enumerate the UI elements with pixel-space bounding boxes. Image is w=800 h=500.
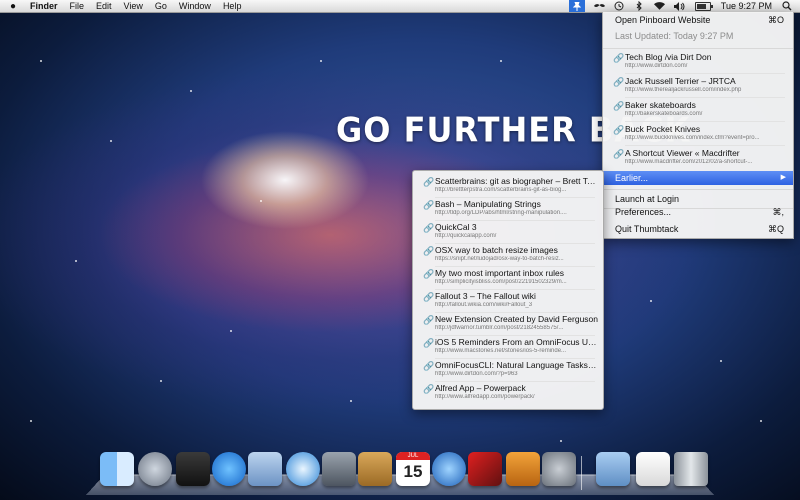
shortcut-label: ⌘O <box>767 15 784 25</box>
link-icon: 🔗 <box>423 223 435 233</box>
battery-icon[interactable] <box>694 1 713 11</box>
submenu-arrow-icon: ▶ <box>780 174 786 181</box>
documents-stack-icon[interactable] <box>636 452 670 486</box>
launchpad-icon[interactable] <box>138 452 172 486</box>
calendar-day: 15 <box>403 462 423 481</box>
bookmark-item[interactable]: 🔗 OmniFocusCLI: Natural Language Tasks f… <box>413 359 603 381</box>
menu-finder[interactable]: Finder <box>30 1 58 11</box>
link-icon: 🔗 <box>613 77 625 87</box>
launch-at-login-item[interactable]: Launch at Login <box>603 192 793 206</box>
menubar-clock[interactable]: Tue 9:27 PM <box>721 1 772 11</box>
preferences-item[interactable]: Preferences... ⌘, <box>603 205 793 219</box>
finder-icon[interactable] <box>100 452 134 486</box>
apple-menu-icon[interactable]: ● <box>8 1 18 12</box>
link-icon: 🔗 <box>423 361 435 371</box>
trash-icon[interactable] <box>674 452 708 486</box>
bookmark-item[interactable]: 🔗 Baker skateboards http://bakerskateboa… <box>603 99 793 121</box>
time-machine-icon[interactable] <box>614 1 625 11</box>
earlier-submenu: 🔗 Scatterbrains: git as biographer – Bre… <box>412 170 604 410</box>
bookmark-item[interactable]: 🔗 A Shortcut Viewer « Macdrifter http://… <box>603 147 793 169</box>
volume-icon[interactable] <box>673 1 685 11</box>
photo-booth-strip-icon[interactable] <box>468 452 502 486</box>
shortcut-label: ⌘Q <box>767 224 784 234</box>
calendar-month: JUL <box>396 452 430 460</box>
menu-file[interactable]: File <box>70 1 85 11</box>
bookmark-item[interactable]: 🔗 Bash – Manipulating Strings http://tld… <box>413 198 603 220</box>
wifi-icon[interactable] <box>653 1 665 11</box>
menu-separator <box>603 189 793 190</box>
bookmark-item[interactable]: 🔗 Scatterbrains: git as biographer – Bre… <box>413 175 603 197</box>
bluetooth-icon[interactable] <box>634 1 645 11</box>
menu-view[interactable]: View <box>124 1 143 11</box>
link-icon: 🔗 <box>613 149 625 159</box>
app-store-icon[interactable] <box>212 452 246 486</box>
calendar-icon[interactable]: JUL 15 <box>396 452 430 486</box>
safari-icon[interactable] <box>286 452 320 486</box>
bookmark-item[interactable]: 🔗 OSX way to batch resize images https:/… <box>413 244 603 266</box>
bookmark-item[interactable]: 🔗 iOS 5 Reminders From an OmniFocus User… <box>413 336 603 358</box>
bookmark-item[interactable]: 🔗 My two most important inbox rules http… <box>413 267 603 289</box>
iphoto-icon[interactable] <box>506 452 540 486</box>
photo-booth-icon[interactable] <box>176 452 210 486</box>
bookmark-item[interactable]: 🔗 Tech Blog /via Dirt Don http://www.dir… <box>603 51 793 73</box>
link-icon: 🔗 <box>423 269 435 279</box>
bookmark-item[interactable]: 🔗 New Extension Created by David Ferguso… <box>413 313 603 335</box>
bookmark-item[interactable]: 🔗 Fallout 3 – The Fallout wiki http://fa… <box>413 290 603 312</box>
quit-thumbtack-item[interactable]: Quit Thumbtack ⌘Q <box>603 222 793 236</box>
bookmark-item[interactable]: 🔗 Jack Russell Terrier – JRTCA http://ww… <box>603 75 793 97</box>
link-icon: 🔗 <box>423 292 435 302</box>
menu-window[interactable]: Window <box>179 1 211 11</box>
bookmark-item[interactable]: 🔗 Alfred App – Powerpack http://www.alfr… <box>413 382 603 404</box>
address-book-icon[interactable] <box>358 452 392 486</box>
earlier-submenu-item[interactable]: Earlier... ▶ <box>603 171 793 185</box>
open-pinboard-website-item[interactable]: Open Pinboard Website ⌘O <box>603 13 793 27</box>
link-icon: 🔗 <box>613 53 625 63</box>
menu-separator <box>603 48 793 49</box>
system-preferences-icon[interactable] <box>542 452 576 486</box>
last-updated-label: Last Updated: Today 9:27 PM <box>615 31 734 41</box>
menu-go[interactable]: Go <box>155 1 167 11</box>
bookmark-item[interactable]: 🔗 Buck Pocket Knives http://www.buckkniv… <box>603 123 793 145</box>
menu-edit[interactable]: Edit <box>96 1 112 11</box>
pinboard-thumbtack-icon[interactable] <box>568 0 585 12</box>
shortcut-label: ⌘, <box>772 207 784 217</box>
link-icon: 🔗 <box>423 338 435 348</box>
link-icon: 🔗 <box>423 384 435 394</box>
downloads-folder-icon[interactable] <box>596 452 630 486</box>
pinboard-menu: Open Pinboard Website ⌘O Last Updated: T… <box>602 12 794 239</box>
facetime-icon[interactable] <box>322 452 356 486</box>
link-icon: 🔗 <box>423 200 435 210</box>
dock: JUL 15 <box>100 452 710 494</box>
link-icon: 🔗 <box>613 101 625 111</box>
menu-help[interactable]: Help <box>223 1 242 11</box>
mustache-menu-icon[interactable] <box>593 1 605 11</box>
link-icon: 🔗 <box>423 315 435 325</box>
mail-icon[interactable] <box>248 452 282 486</box>
link-icon: 🔗 <box>423 246 435 256</box>
itunes-icon[interactable] <box>432 452 466 486</box>
link-icon: 🔗 <box>423 177 435 187</box>
spotlight-search-icon[interactable] <box>781 1 792 11</box>
link-icon: 🔗 <box>613 125 625 135</box>
bookmark-item[interactable]: 🔗 QuickCal 3 http://quickcalapp.com/ <box>413 221 603 243</box>
dock-separator <box>581 456 582 490</box>
